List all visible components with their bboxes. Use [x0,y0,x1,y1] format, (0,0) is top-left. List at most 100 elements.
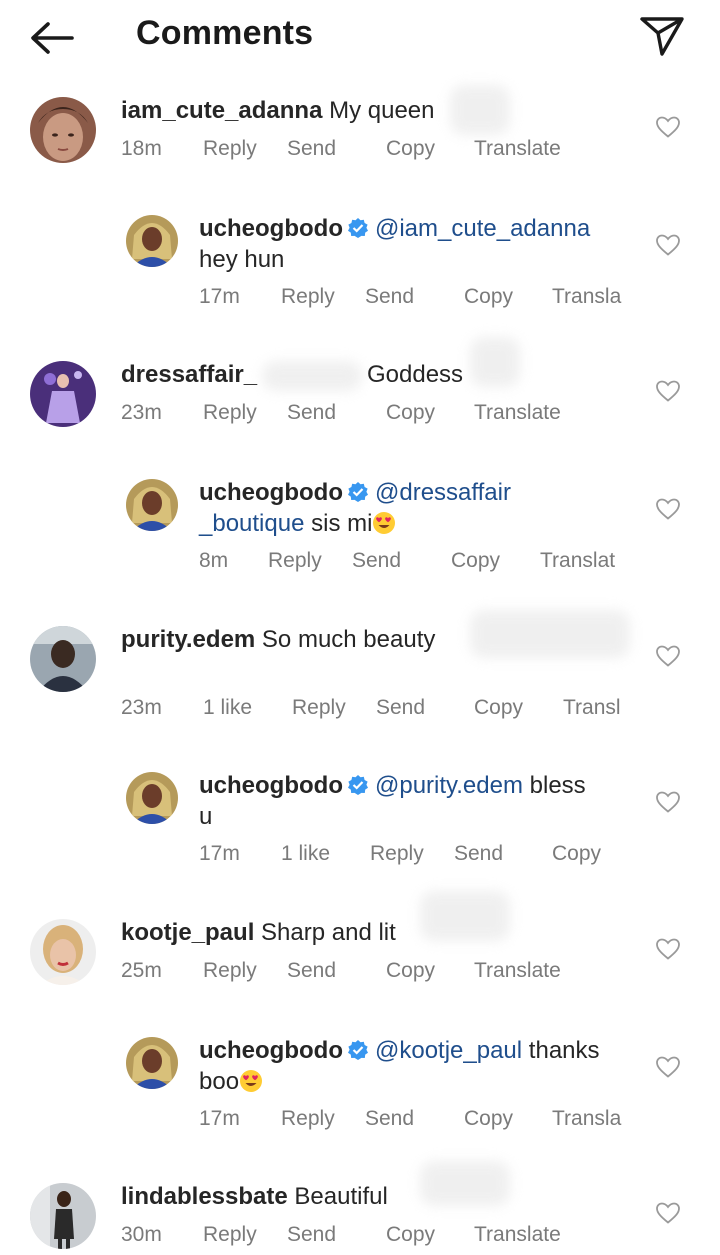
comment-username[interactable]: purity.edem [121,626,255,653]
translate-button[interactable]: Translate [474,1223,561,1247]
translate-button[interactable]: Transla [552,285,621,309]
comment-text: iam_cute_adanna My queen [121,95,621,126]
arrow-left-icon [31,22,74,54]
mention-link[interactable]: @dressaffair [375,479,511,506]
reply-button[interactable]: Reply [370,842,424,866]
copy-button[interactable]: Copy [386,401,435,425]
send-button[interactable]: Send [287,137,336,161]
avatar[interactable] [126,1037,178,1089]
comment-time: 18m [121,137,162,160]
avatar[interactable] [30,361,96,427]
comment-body-continued: u [199,803,213,830]
send-button[interactable]: Send [287,1223,336,1247]
avatar[interactable] [126,215,178,267]
verified-badge-icon [347,775,368,795]
reply-button[interactable]: Reply [268,549,322,573]
mention-link-continued[interactable]: _boutique [199,510,304,537]
comment-username[interactable]: kootje_paul [121,919,254,946]
send-button[interactable]: Send [454,842,503,866]
comment-text: purity.edem So much beauty [121,624,621,655]
comment-body: sis mi [311,510,373,537]
header-bar: Comments [0,0,720,80]
like-count[interactable]: 1 like [281,842,330,866]
comment-text: ucheogbodo @purity.edem bless u [199,770,639,832]
comment-username[interactable]: ucheogbodo [199,772,343,799]
heart-outline-icon[interactable] [655,497,681,521]
verified-badge-icon [347,482,368,502]
heart-outline-icon[interactable] [655,115,681,139]
translate-button[interactable]: Transla [552,1107,621,1131]
copy-button[interactable]: Copy [474,696,523,720]
avatar[interactable] [126,772,178,824]
avatar[interactable] [30,1183,96,1249]
comment-time: 23m [121,696,162,719]
mention-link[interactable]: @purity.edem [375,772,523,799]
translate-button[interactable]: Transl [563,696,621,720]
comment-body: Beautiful [294,1183,388,1210]
avatar[interactable] [30,626,96,692]
heart-outline-icon[interactable] [655,644,681,668]
send-button[interactable]: Send [365,1107,414,1131]
reply-button[interactable]: Reply [203,401,257,425]
comment-username[interactable]: iam_cute_adanna [121,97,322,124]
share-button[interactable] [638,14,686,58]
send-button[interactable]: Send [365,285,414,309]
paper-plane-icon [640,17,684,56]
heart-outline-icon[interactable] [655,937,681,961]
avatar[interactable] [30,97,96,163]
verified-badge-icon [347,1040,368,1060]
copy-button[interactable]: Copy [552,842,601,866]
comment-body: hey hun [199,246,285,273]
copy-button[interactable]: Copy [386,1223,435,1247]
comment-time: 25m [121,959,162,982]
back-button[interactable] [28,18,78,58]
translate-button[interactable]: Translate [474,137,561,161]
comment-username[interactable]: dressaffair_ [121,361,257,388]
comment-time: 17m [199,1107,240,1130]
send-button[interactable]: Send [352,549,401,573]
heart-outline-icon[interactable] [655,790,681,814]
comment-body-continued: boo [199,1068,240,1095]
comment-body: bless [529,772,586,799]
reply-button[interactable]: Reply [281,285,335,309]
reply-button[interactable]: Reply [203,137,257,161]
comment-time: 17m [199,285,240,308]
comment-body: Goddess [367,361,464,388]
comment-text: ucheogbodo @dressaffair _boutique sis mi [199,477,639,539]
heart-outline-icon[interactable] [655,1055,681,1079]
comment-username[interactable]: ucheogbodo [199,215,343,242]
send-button[interactable]: Send [376,696,425,720]
comment-text: kootje_paul Sharp and lit [121,917,621,948]
avatar[interactable] [30,919,96,985]
mention-link[interactable]: @iam_cute_adanna [375,215,590,242]
copy-button[interactable]: Copy [464,285,513,309]
comment-username[interactable]: ucheogbodo [199,1037,343,1064]
translate-button[interactable]: Translate [474,959,561,983]
send-button[interactable]: Send [287,959,336,983]
avatar[interactable] [126,479,178,531]
mention-link[interactable]: @kootje_paul [375,1037,522,1064]
copy-button[interactable]: Copy [464,1107,513,1131]
heart-eyes-emoji-icon [373,512,396,534]
translate-button[interactable]: Translat [540,549,615,573]
like-count[interactable]: 1 like [203,696,252,720]
heart-outline-icon[interactable] [655,233,681,257]
copy-button[interactable]: Copy [451,549,500,573]
reply-button[interactable]: Reply [203,959,257,983]
comment-time: 23m [121,401,162,424]
heart-outline-icon[interactable] [655,379,681,403]
comment-body: My queen [329,97,435,124]
reply-button[interactable]: Reply [292,696,346,720]
comment-time: 17m [199,842,240,865]
comment-body: thanks [528,1037,600,1064]
copy-button[interactable]: Copy [386,959,435,983]
reply-button[interactable]: Reply [281,1107,335,1131]
comment-username[interactable]: ucheogbodo [199,479,343,506]
copy-button[interactable]: Copy [386,137,435,161]
reply-button[interactable]: Reply [203,1223,257,1247]
comment-time: 30m [121,1223,162,1246]
translate-button[interactable]: Translate [474,401,561,425]
send-button[interactable]: Send [287,401,336,425]
heart-outline-icon[interactable] [655,1201,681,1225]
comment-username[interactable]: lindablessbate [121,1183,288,1210]
